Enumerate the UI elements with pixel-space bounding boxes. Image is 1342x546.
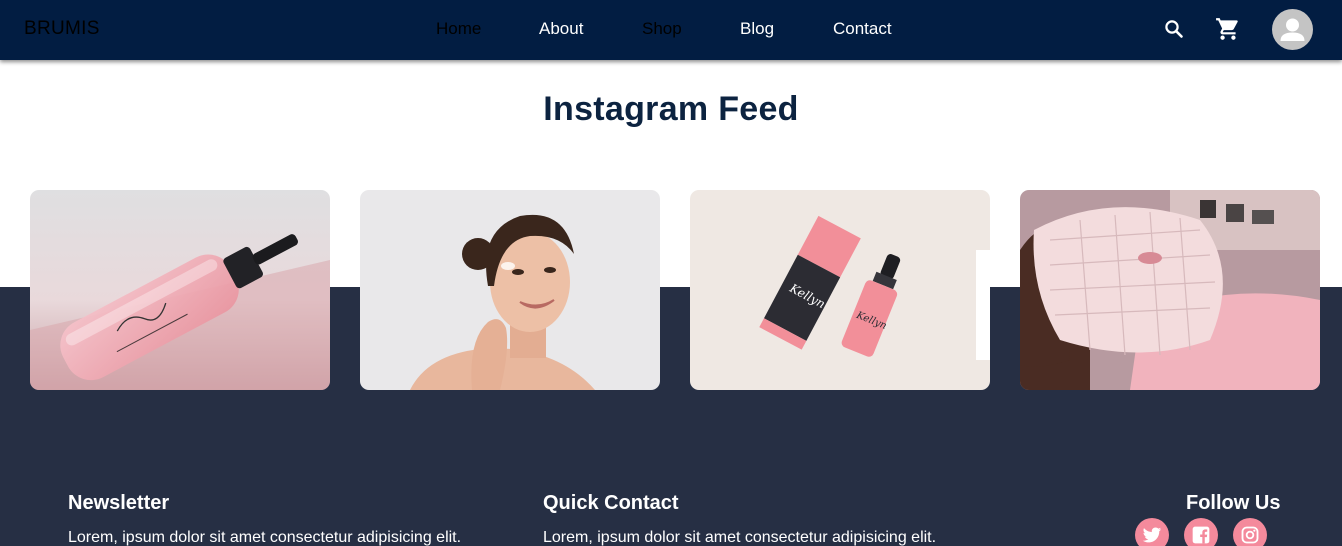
nav-link-contact[interactable]: Contact [833,19,892,39]
instagram-post-quartz-mask[interactable] [1020,190,1320,390]
woman-applying-cream-image [360,190,660,390]
instagram-post-woman-cream[interactable] [360,190,660,390]
newsletter-heading: Newsletter [68,492,170,514]
nav-link-shop[interactable]: Shop [642,19,682,39]
search-icon[interactable] [1162,17,1186,41]
newsletter-text: Lorem, ipsum dolor sit amet consectetur … [68,529,462,546]
instagram-feed-title: Instagram Feed [543,90,799,128]
instagram-post-cleanser[interactable] [30,190,330,390]
instagram-post-serum[interactable]: Kellyn Kellyn [690,190,990,390]
quartz-mask-image [1020,190,1320,390]
serum-box-image: Kellyn Kellyn [690,190,990,390]
nav-link-about[interactable]: About [539,19,583,39]
nav-link-home[interactable]: Home [436,19,481,39]
facebook-icon[interactable] [1184,518,1218,546]
avatar-icon[interactable] [1272,9,1313,50]
quick-contact-heading: Quick Contact [543,492,679,514]
nav-link-blog[interactable]: Blog [740,19,774,39]
brand-logo[interactable]: BRUMIS [24,18,100,40]
instagram-icon[interactable] [1233,518,1267,546]
follow-us-heading: Follow Us [1186,492,1281,514]
cart-icon[interactable] [1215,16,1241,42]
twitter-icon[interactable] [1135,518,1169,546]
navbar: BRUMIS Home About Shop Blog Contact [0,0,1342,60]
cleanser-bottle-image [30,190,330,390]
quick-contact-text: Lorem, ipsum dolor sit amet consectetur … [543,529,937,546]
